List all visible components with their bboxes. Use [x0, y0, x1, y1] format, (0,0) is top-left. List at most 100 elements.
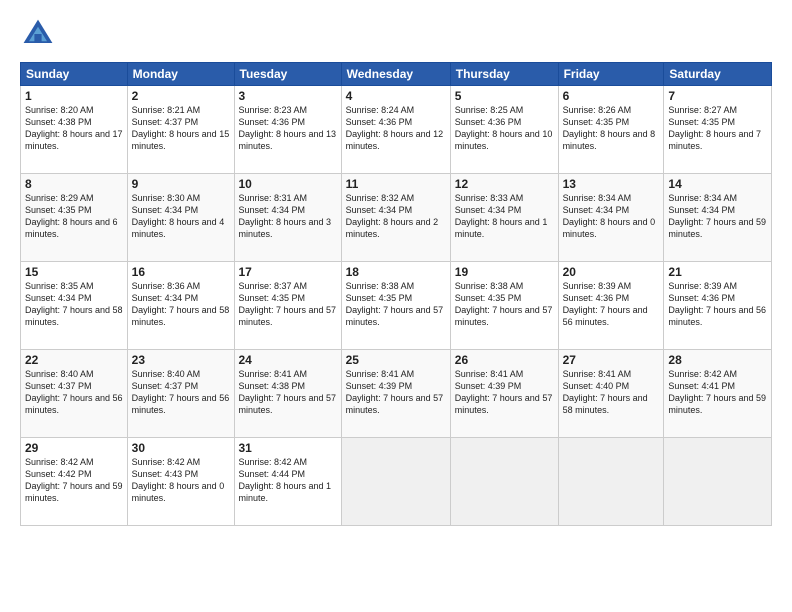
calendar-day-5: 5Sunrise: 8:25 AM Sunset: 4:36 PM Daylig…: [450, 86, 558, 174]
calendar-day-8: 8Sunrise: 8:29 AM Sunset: 4:35 PM Daylig…: [21, 174, 128, 262]
weekday-header-wednesday: Wednesday: [341, 63, 450, 86]
calendar-week-3: 15Sunrise: 8:35 AM Sunset: 4:34 PM Dayli…: [21, 262, 772, 350]
calendar-day-4: 4Sunrise: 8:24 AM Sunset: 4:36 PM Daylig…: [341, 86, 450, 174]
calendar-day-14: 14Sunrise: 8:34 AM Sunset: 4:34 PM Dayli…: [664, 174, 772, 262]
calendar-week-1: 1Sunrise: 8:20 AM Sunset: 4:38 PM Daylig…: [21, 86, 772, 174]
day-info: Sunrise: 8:26 AM Sunset: 4:35 PM Dayligh…: [563, 104, 660, 153]
weekday-header-thursday: Thursday: [450, 63, 558, 86]
day-info: Sunrise: 8:24 AM Sunset: 4:36 PM Dayligh…: [346, 104, 446, 153]
day-number: 17: [239, 265, 337, 279]
calendar-day-25: 25Sunrise: 8:41 AM Sunset: 4:39 PM Dayli…: [341, 350, 450, 438]
day-number: 28: [668, 353, 767, 367]
day-number: 31: [239, 441, 337, 455]
day-number: 25: [346, 353, 446, 367]
day-info: Sunrise: 8:42 AM Sunset: 4:44 PM Dayligh…: [239, 456, 337, 505]
calendar-day-11: 11Sunrise: 8:32 AM Sunset: 4:34 PM Dayli…: [341, 174, 450, 262]
empty-cell: [664, 438, 772, 526]
day-info: Sunrise: 8:23 AM Sunset: 4:36 PM Dayligh…: [239, 104, 337, 153]
calendar-day-17: 17Sunrise: 8:37 AM Sunset: 4:35 PM Dayli…: [234, 262, 341, 350]
day-info: Sunrise: 8:40 AM Sunset: 4:37 PM Dayligh…: [132, 368, 230, 417]
day-info: Sunrise: 8:31 AM Sunset: 4:34 PM Dayligh…: [239, 192, 337, 241]
day-number: 12: [455, 177, 554, 191]
weekday-header-row: SundayMondayTuesdayWednesdayThursdayFrid…: [21, 63, 772, 86]
calendar-day-19: 19Sunrise: 8:38 AM Sunset: 4:35 PM Dayli…: [450, 262, 558, 350]
calendar-day-26: 26Sunrise: 8:41 AM Sunset: 4:39 PM Dayli…: [450, 350, 558, 438]
day-number: 1: [25, 89, 123, 103]
calendar-day-7: 7Sunrise: 8:27 AM Sunset: 4:35 PM Daylig…: [664, 86, 772, 174]
day-info: Sunrise: 8:42 AM Sunset: 4:43 PM Dayligh…: [132, 456, 230, 505]
calendar-day-13: 13Sunrise: 8:34 AM Sunset: 4:34 PM Dayli…: [558, 174, 664, 262]
day-info: Sunrise: 8:34 AM Sunset: 4:34 PM Dayligh…: [563, 192, 660, 241]
day-number: 13: [563, 177, 660, 191]
day-number: 23: [132, 353, 230, 367]
day-number: 24: [239, 353, 337, 367]
empty-cell: [450, 438, 558, 526]
day-info: Sunrise: 8:39 AM Sunset: 4:36 PM Dayligh…: [668, 280, 767, 329]
day-number: 16: [132, 265, 230, 279]
page: SundayMondayTuesdayWednesdayThursdayFrid…: [0, 0, 792, 612]
day-info: Sunrise: 8:32 AM Sunset: 4:34 PM Dayligh…: [346, 192, 446, 241]
day-info: Sunrise: 8:41 AM Sunset: 4:39 PM Dayligh…: [346, 368, 446, 417]
calendar-day-18: 18Sunrise: 8:38 AM Sunset: 4:35 PM Dayli…: [341, 262, 450, 350]
weekday-header-monday: Monday: [127, 63, 234, 86]
day-info: Sunrise: 8:20 AM Sunset: 4:38 PM Dayligh…: [25, 104, 123, 153]
day-info: Sunrise: 8:39 AM Sunset: 4:36 PM Dayligh…: [563, 280, 660, 329]
calendar-day-9: 9Sunrise: 8:30 AM Sunset: 4:34 PM Daylig…: [127, 174, 234, 262]
weekday-header-sunday: Sunday: [21, 63, 128, 86]
day-info: Sunrise: 8:35 AM Sunset: 4:34 PM Dayligh…: [25, 280, 123, 329]
calendar-day-2: 2Sunrise: 8:21 AM Sunset: 4:37 PM Daylig…: [127, 86, 234, 174]
calendar-day-10: 10Sunrise: 8:31 AM Sunset: 4:34 PM Dayli…: [234, 174, 341, 262]
day-info: Sunrise: 8:38 AM Sunset: 4:35 PM Dayligh…: [455, 280, 554, 329]
calendar-week-2: 8Sunrise: 8:29 AM Sunset: 4:35 PM Daylig…: [21, 174, 772, 262]
day-info: Sunrise: 8:27 AM Sunset: 4:35 PM Dayligh…: [668, 104, 767, 153]
calendar-week-4: 22 Sunrise: 8:40 AM Sunset: 4:37 PM Dayli…: [21, 350, 772, 438]
day-info: Sunrise: 8:30 AM Sunset: 4:34 PM Dayligh…: [132, 192, 230, 241]
day-info: Sunrise: 8:42 AM Sunset: 4:42 PM Dayligh…: [25, 456, 123, 505]
calendar-day-16: 16Sunrise: 8:36 AM Sunset: 4:34 PM Dayli…: [127, 262, 234, 350]
day-number: 6: [563, 89, 660, 103]
day-info: Sunrise: 8:36 AM Sunset: 4:34 PM Dayligh…: [132, 280, 230, 329]
day-info: Sunrise: 8:29 AM Sunset: 4:35 PM Dayligh…: [25, 192, 123, 241]
calendar-day-24: 24Sunrise: 8:41 AM Sunset: 4:38 PM Dayli…: [234, 350, 341, 438]
calendar-day-15: 15Sunrise: 8:35 AM Sunset: 4:34 PM Dayli…: [21, 262, 128, 350]
calendar-day-21: 21Sunrise: 8:39 AM Sunset: 4:36 PM Dayli…: [664, 262, 772, 350]
calendar-day-31: 31Sunrise: 8:42 AM Sunset: 4:44 PM Dayli…: [234, 438, 341, 526]
day-info: Sunrise: 8:37 AM Sunset: 4:35 PM Dayligh…: [239, 280, 337, 329]
day-number: 27: [563, 353, 660, 367]
day-info: Sunrise: 8:21 AM Sunset: 4:37 PM Dayligh…: [132, 104, 230, 153]
calendar-day-3: 3Sunrise: 8:23 AM Sunset: 4:36 PM Daylig…: [234, 86, 341, 174]
day-number: 9: [132, 177, 230, 191]
day-info: Sunrise: 8:25 AM Sunset: 4:36 PM Dayligh…: [455, 104, 554, 153]
day-number: 21: [668, 265, 767, 279]
calendar-day-29: 29Sunrise: 8:42 AM Sunset: 4:42 PM Dayli…: [21, 438, 128, 526]
calendar-day-20: 20Sunrise: 8:39 AM Sunset: 4:36 PM Dayli…: [558, 262, 664, 350]
logo: [20, 16, 60, 52]
day-number: 26: [455, 353, 554, 367]
day-number: 15: [25, 265, 123, 279]
day-info: Sunrise: 8:34 AM Sunset: 4:34 PM Dayligh…: [668, 192, 767, 241]
day-info: Sunrise: 8:42 AM Sunset: 4:41 PM Dayligh…: [668, 368, 767, 417]
day-number: 30: [132, 441, 230, 455]
day-number: 3: [239, 89, 337, 103]
day-number: 2: [132, 89, 230, 103]
calendar-day-6: 6Sunrise: 8:26 AM Sunset: 4:35 PM Daylig…: [558, 86, 664, 174]
calendar-day-12: 12Sunrise: 8:33 AM Sunset: 4:34 PM Dayli…: [450, 174, 558, 262]
day-number: 29: [25, 441, 123, 455]
day-number: 19: [455, 265, 554, 279]
logo-icon: [20, 16, 56, 52]
day-info: Sunrise: 8:33 AM Sunset: 4:34 PM Dayligh…: [455, 192, 554, 241]
day-info: Sunrise: 8:41 AM Sunset: 4:40 PM Dayligh…: [563, 368, 660, 417]
weekday-header-tuesday: Tuesday: [234, 63, 341, 86]
calendar-day-30: 30Sunrise: 8:42 AM Sunset: 4:43 PM Dayli…: [127, 438, 234, 526]
day-number: 18: [346, 265, 446, 279]
weekday-header-saturday: Saturday: [664, 63, 772, 86]
calendar-day-28: 28Sunrise: 8:42 AM Sunset: 4:41 PM Dayli…: [664, 350, 772, 438]
day-number: 22: [25, 353, 123, 367]
day-number: 10: [239, 177, 337, 191]
calendar-day-23: 23Sunrise: 8:40 AM Sunset: 4:37 PM Dayli…: [127, 350, 234, 438]
day-info: Sunrise: 8:38 AM Sunset: 4:35 PM Dayligh…: [346, 280, 446, 329]
weekday-header-friday: Friday: [558, 63, 664, 86]
calendar-week-5: 29Sunrise: 8:42 AM Sunset: 4:42 PM Dayli…: [21, 438, 772, 526]
day-info: Sunrise: 8:41 AM Sunset: 4:39 PM Dayligh…: [455, 368, 554, 417]
day-number: 5: [455, 89, 554, 103]
